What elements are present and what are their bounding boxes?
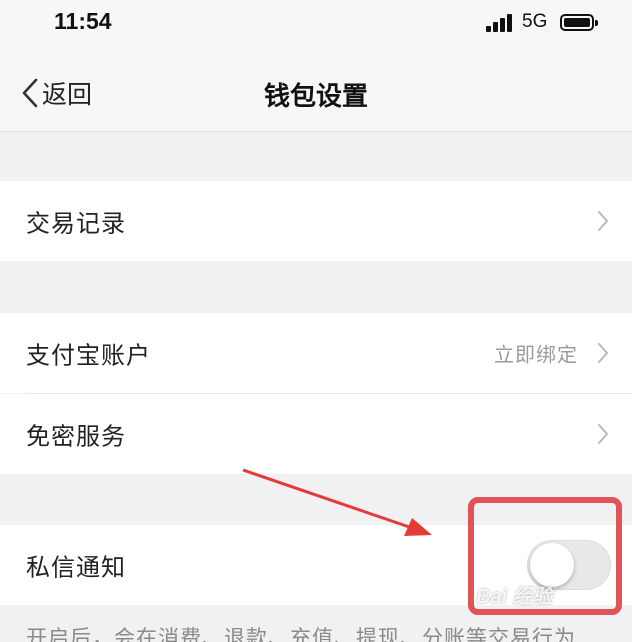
chevron-right-icon (598, 211, 608, 231)
transaction-records-row[interactable]: 交易记录 (0, 181, 632, 261)
row-label: 支付宝账户 (26, 341, 151, 370)
network-type: 5G (522, 11, 548, 32)
status-time: 11:54 (54, 8, 112, 34)
page-title: 钱包设置 (263, 82, 368, 112)
chevron-right-icon (598, 424, 608, 444)
battery-icon (560, 14, 598, 31)
chevron-right-icon (598, 343, 608, 363)
row-label: 私信通知 (26, 553, 126, 582)
bind-now-value: 立即绑定 (494, 342, 578, 367)
status-bar: 11:54 5G (0, 0, 632, 52)
navigation-bar: 返回 钱包设置 (0, 52, 632, 132)
signal-icon (486, 14, 516, 32)
row-label: 交易记录 (26, 209, 126, 238)
password-free-service-row[interactable]: 免密服务 (0, 394, 632, 474)
row-label: 免密服务 (26, 422, 126, 451)
watermark-logo: Bai 经验 (476, 586, 553, 608)
footnote-text: 开启后，会在消费、退款、充值、提现、分账等交易行为 (26, 626, 576, 642)
alipay-account-row[interactable]: 支付宝账户 立即绑定 (0, 313, 632, 393)
